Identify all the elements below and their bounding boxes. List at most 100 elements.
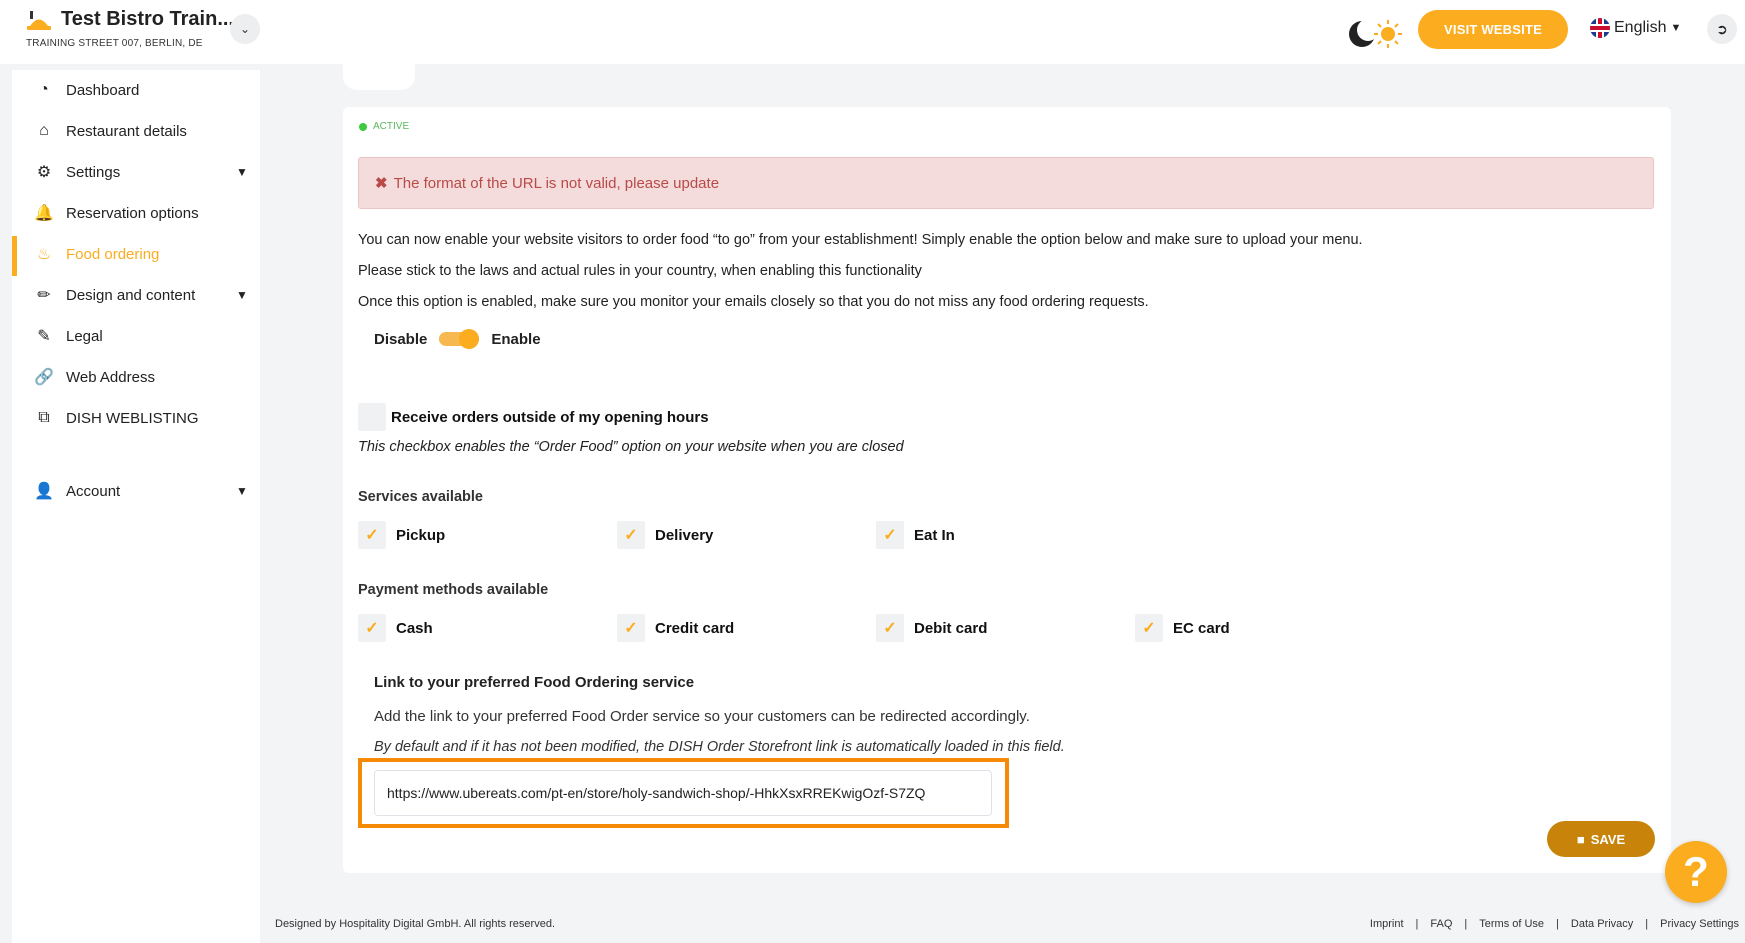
payment-option-debit-card[interactable]: ✓ Debit card	[876, 614, 987, 642]
option-label: Eat In	[914, 526, 955, 544]
food-ordering-link-description: Add the link to your preferred Food Orde…	[374, 708, 1030, 725]
checkmark-icon: ✓	[617, 521, 645, 549]
services-title: Services available	[358, 489, 483, 505]
intro-paragraph-1: You can now enable your website visitors…	[358, 232, 1363, 248]
disable-label: Disable	[374, 330, 428, 348]
restaurant-address: TRAINING STREET 007, BERLIN, DE	[26, 38, 203, 49]
intro-paragraph-3: Once this option is enabled, make sure y…	[358, 294, 1149, 310]
sidebar-item-label: DISH WEBLISTING	[66, 409, 199, 427]
sidebar-item-design-and-content[interactable]: ✏ Design and content ▼	[12, 277, 260, 313]
footer-links: Imprint | FAQ | Terms of Use | Data Privacy…	[1358, 918, 1739, 930]
checkmark-icon: ✓	[876, 614, 904, 642]
option-label: EC card	[1173, 619, 1230, 637]
service-option-delivery[interactable]: ✓ Delivery	[617, 521, 713, 549]
food-ordering-link-title: Link to your preferred Food Ordering ser…	[374, 674, 695, 691]
sidebar-item-label: Account	[66, 482, 121, 500]
error-message: The format of the URL is not valid, plea…	[393, 174, 720, 192]
option-label: Delivery	[655, 526, 714, 544]
checkmark-icon: ✓	[876, 521, 904, 549]
option-label: Credit card	[655, 619, 735, 637]
food-ordering-switch[interactable]	[439, 329, 480, 349]
error-alert: ✖ The format of the URL is not valid, pl…	[358, 157, 1654, 209]
status-badge: ACTIVE	[359, 121, 409, 132]
chevron-down-icon: ▼	[1670, 22, 1682, 34]
card-tab-stub	[343, 60, 415, 90]
checkmark-icon: ✓	[617, 614, 645, 642]
food-ordering-card: ACTIVE ✖ The format of the URL is not va…	[343, 107, 1671, 873]
sidebar: ◔ Dashboard ⌂ Restaurant details ⚙ Setti…	[12, 70, 260, 943]
service-option-eat-in[interactable]: ✓ Eat In	[876, 521, 955, 549]
payment-option-ec-card[interactable]: ✓ EC card	[1135, 614, 1230, 642]
language-label: English	[1614, 19, 1667, 36]
dashboard-icon: ◔	[39, 81, 49, 98]
sidebar-item-label: Legal	[66, 327, 103, 345]
sidebar-item-food-ordering[interactable]: ♨ Food ordering	[12, 236, 260, 276]
outside-hours-label: Receive orders outside of my opening hou…	[391, 409, 709, 426]
save-button[interactable]: ■ SAVE	[1547, 821, 1655, 857]
uk-flag-icon	[1590, 18, 1610, 38]
footer-link-data-privacy[interactable]: Data Privacy	[1559, 918, 1645, 930]
sidebar-item-label: Design and content	[66, 286, 196, 304]
enable-label: Enable	[491, 330, 541, 348]
gear-icon: ⚙	[36, 164, 52, 181]
floppy-disk-icon: ■	[1576, 831, 1585, 847]
logout-icon[interactable]: ➲	[1707, 14, 1737, 44]
sidebar-item-dish-weblisting[interactable]: ⧉ DISH WEBLISTING	[12, 400, 260, 436]
language-selector[interactable]: English ▼	[1590, 18, 1681, 38]
footer-link-faq[interactable]: FAQ	[1418, 918, 1464, 930]
save-label: SAVE	[1590, 831, 1626, 847]
link-icon: 🔗	[34, 369, 54, 386]
restaurant-logo-icon	[27, 11, 51, 30]
sidebar-item-dashboard[interactable]: ◔ Dashboard	[12, 72, 260, 108]
food-ordering-url-input[interactable]	[374, 770, 992, 816]
checkmark-icon: ✓	[358, 521, 386, 549]
user-icon: 👤	[34, 483, 54, 500]
sidebar-item-reservation-options[interactable]: 🔔 Reservation options	[12, 195, 260, 231]
sidebar-item-label: Dashboard	[66, 81, 140, 99]
chevron-down-icon: ▼	[236, 484, 248, 498]
sidebar-item-legal[interactable]: ✎ Legal	[12, 318, 260, 354]
option-label: Pickup	[396, 526, 446, 544]
top-header: Test Bistro Train... TRAINING STREET 007…	[0, 0, 1745, 64]
sidebar-item-settings[interactable]: ⚙ Settings ▼	[12, 154, 260, 190]
restaurant-name: Test Bistro Train...	[61, 8, 234, 30]
payment-option-credit-card[interactable]: ✓ Credit card	[617, 614, 734, 642]
footer-link-imprint[interactable]: Imprint	[1358, 918, 1416, 930]
active-indicator	[12, 236, 17, 276]
share-icon: ⧉	[38, 409, 50, 426]
chevron-down-icon: ▼	[236, 165, 248, 179]
legal-icon: ✎	[37, 328, 51, 345]
dark-mode-toggle-icon[interactable]	[1345, 16, 1409, 52]
visit-website-button[interactable]: VISIT WEBSITE	[1418, 10, 1568, 49]
sidebar-item-account[interactable]: 👤 Account ▼	[12, 473, 260, 509]
outside-hours-checkbox[interactable]	[358, 403, 386, 431]
status-dot-icon	[359, 122, 367, 131]
service-option-pickup[interactable]: ✓ Pickup	[358, 521, 445, 549]
help-question-icon[interactable]: ?	[1665, 841, 1727, 903]
footer-link-terms-of-use[interactable]: Terms of Use	[1467, 918, 1556, 930]
checkmark-icon: ✓	[358, 614, 386, 642]
food-ordering-toggle-row: Disable Enable	[374, 329, 541, 349]
intro-paragraph-2: Please stick to the laws and actual rule…	[358, 263, 922, 279]
sidebar-item-label: Food ordering	[66, 245, 160, 263]
switch-knob	[459, 329, 480, 349]
error-x-icon: ✖	[375, 175, 388, 192]
checkmark-icon: ✓	[1135, 614, 1163, 642]
sidebar-item-web-address[interactable]: 🔗 Web Address	[12, 359, 260, 395]
sidebar-item-label: Reservation options	[66, 204, 199, 222]
bell-icon: 🔔	[34, 205, 54, 222]
home-icon: ⌂	[39, 122, 49, 139]
footer-link-privacy-settings[interactable]: Privacy Settings	[1648, 918, 1739, 930]
chevron-down-icon: ▼	[236, 288, 248, 302]
brush-icon: ✏	[37, 287, 51, 304]
payment-option-cash[interactable]: ✓ Cash	[358, 614, 433, 642]
option-label: Debit card	[914, 619, 988, 637]
restaurant-switch-chevron-down-icon[interactable]: ⌄	[230, 14, 260, 44]
outside-hours-description: This checkbox enables the “Order Food” o…	[358, 439, 904, 455]
status-text: ACTIVE	[373, 121, 410, 132]
payments-title: Payment methods available	[358, 582, 549, 598]
footer-copyright: Designed by Hospitality Digital GmbH. Al…	[275, 918, 556, 930]
food-ordering-link-note: By default and if it has not been modifi…	[374, 739, 1065, 755]
sidebar-item-restaurant-details[interactable]: ⌂ Restaurant details	[12, 113, 260, 149]
food-icon: ♨	[36, 246, 52, 263]
